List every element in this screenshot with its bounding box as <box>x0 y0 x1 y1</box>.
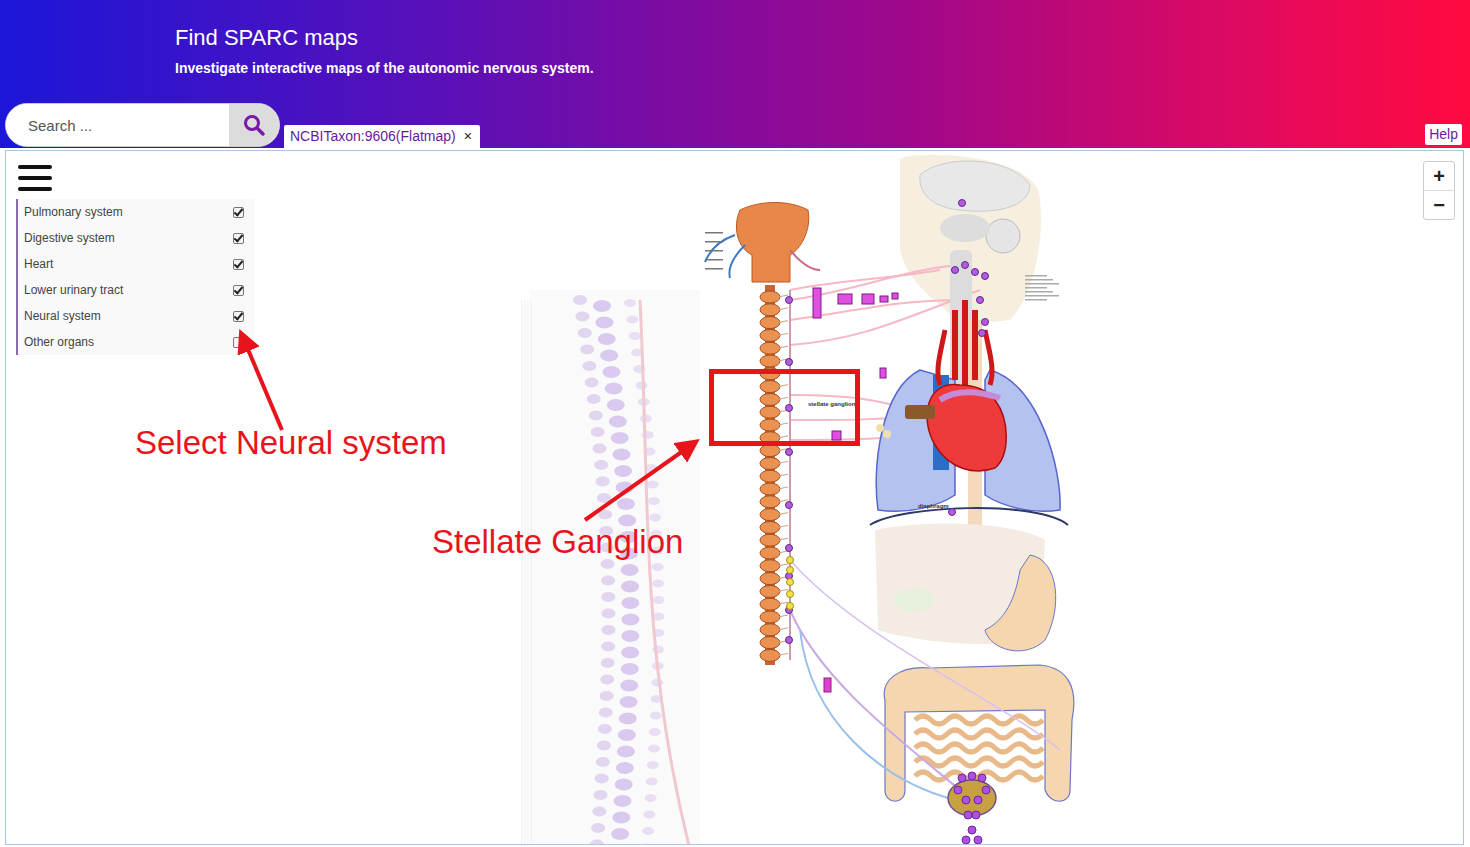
layer-label: Lower urinary tract <box>24 283 123 297</box>
map-label[interactable]: stellate ganglion <box>808 401 855 407</box>
arrow-icon <box>244 340 282 430</box>
arrow-icon <box>585 446 690 520</box>
layer-checkbox[interactable] <box>233 207 244 218</box>
layer-checkbox[interactable] <box>233 233 244 244</box>
annotation-layer: Select Neural system Stellate Ganglion <box>0 0 1470 847</box>
layer-item[interactable]: Digestive system <box>18 225 254 251</box>
annotation-label: Select Neural system <box>135 424 447 462</box>
menu-icon-bar <box>18 187 52 191</box>
header: Find SPARC maps Investigate interactive m… <box>0 0 1470 148</box>
annotation-arrows <box>0 0 1470 847</box>
highlight-box <box>712 372 858 444</box>
layer-label: Neural system <box>24 309 101 323</box>
zoom-controls: +− <box>1423 161 1455 220</box>
map-tab[interactable]: NCBITaxon:9606(Flatmap) × <box>284 125 480 148</box>
layer-checkbox[interactable] <box>233 259 244 270</box>
layer-list: Pulmonary system Digestive system Heart Low… <box>16 199 254 355</box>
layer-item[interactable]: Heart <box>18 251 254 277</box>
menu-icon-bar <box>18 165 52 169</box>
annotation-label: Stellate Ganglion <box>432 523 683 561</box>
layer-label: Digestive system <box>24 231 115 245</box>
layer-item[interactable]: Lower urinary tract <box>18 277 254 303</box>
zoom-in-button[interactable]: + <box>1424 162 1454 190</box>
flatmap[interactable]: stellate ganglion diaphragm Pulmonary syst… <box>5 150 1464 845</box>
layer-label: Other organs <box>24 335 94 349</box>
tab-close[interactable]: × <box>464 128 472 144</box>
menu-icon[interactable] <box>18 165 52 191</box>
search-box <box>5 103 280 147</box>
layer-label: Heart <box>24 257 53 271</box>
help-button[interactable]: Help <box>1425 124 1462 145</box>
magnifier-icon <box>242 113 266 137</box>
search-input[interactable] <box>6 104 229 146</box>
header-titles: Find SPARC maps Investigate interactive m… <box>0 0 1470 76</box>
layer-item[interactable]: Other organs <box>18 329 254 355</box>
menu-icon-bar <box>18 176 52 180</box>
toolbar: NCBITaxon:9606(Flatmap) × Help <box>0 103 1470 148</box>
tab-label[interactable]: NCBITaxon:9606(Flatmap) <box>290 128 456 144</box>
map-label[interactable]: diaphragm <box>918 503 949 509</box>
layer-checkbox[interactable] <box>233 285 244 296</box>
layer-checkbox[interactable] <box>233 311 244 322</box>
search-button[interactable] <box>229 104 279 146</box>
page-subtitle: Investigate interactive maps of the auto… <box>175 60 1470 76</box>
layer-checkbox[interactable] <box>233 337 244 348</box>
page-title: Find SPARC maps <box>175 24 1470 52</box>
zoom-out-button[interactable]: − <box>1424 190 1454 219</box>
layer-item[interactable]: Pulmonary system <box>18 199 254 225</box>
layer-item[interactable]: Neural system <box>18 303 254 329</box>
layer-label: Pulmonary system <box>24 205 123 219</box>
